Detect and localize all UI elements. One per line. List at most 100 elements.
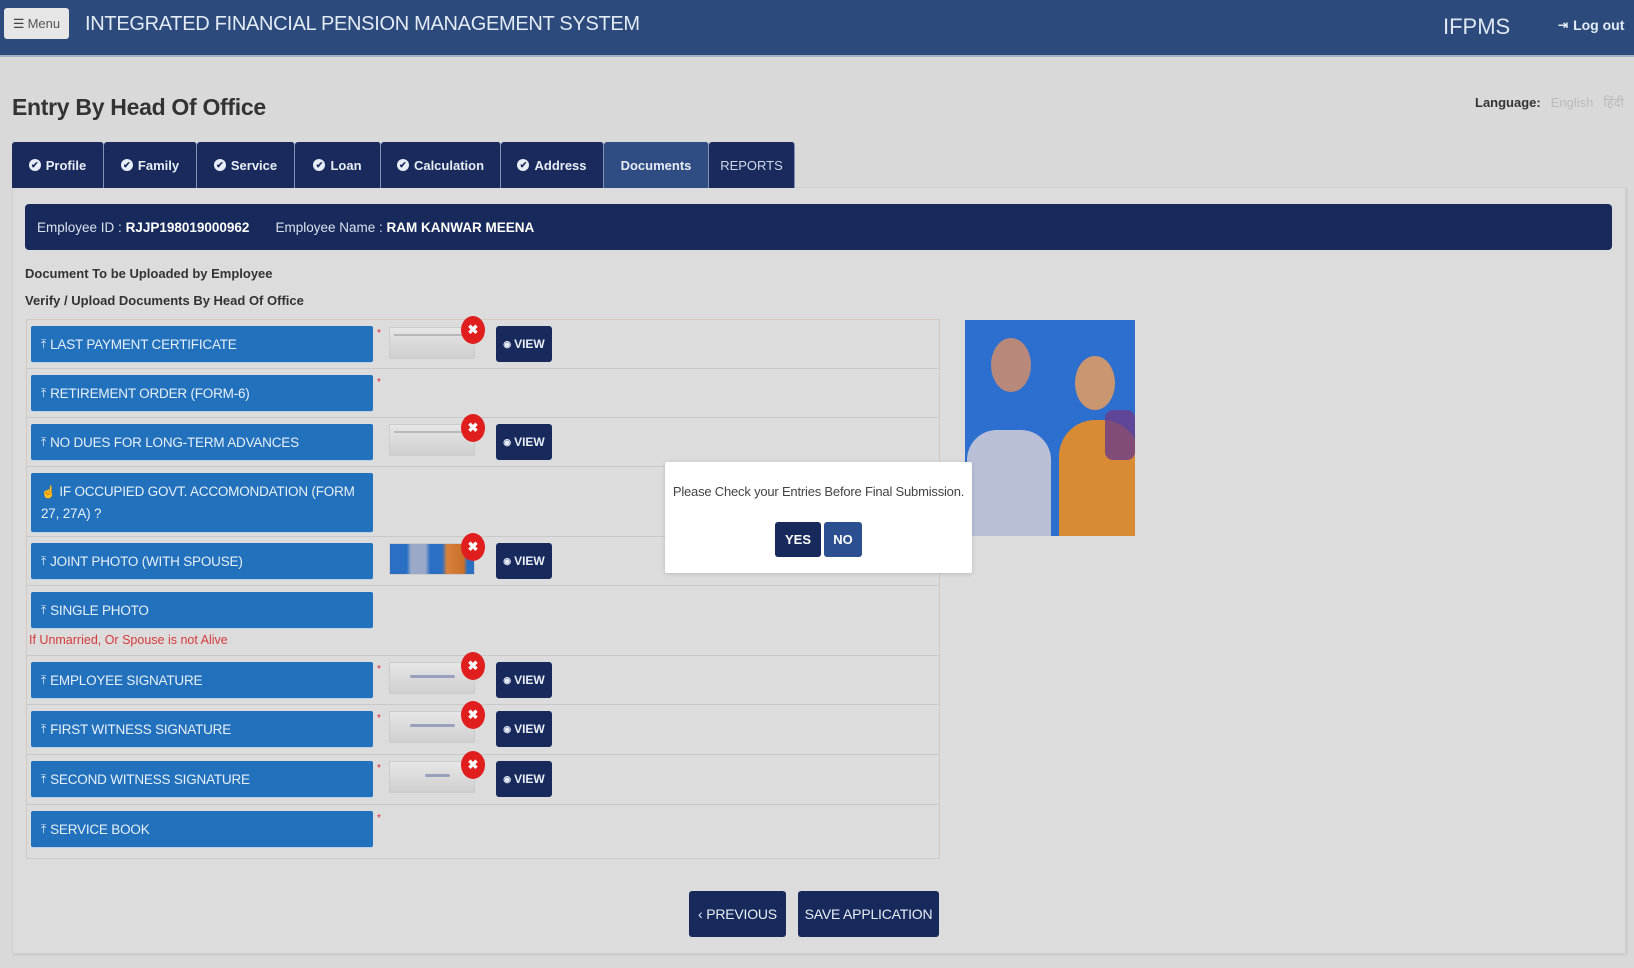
no-button[interactable]: NO: [824, 522, 862, 557]
joint-photo-preview: [965, 320, 1135, 536]
close-icon: ✖: [467, 420, 479, 435]
view-document-button[interactable]: ◉ VIEW: [496, 711, 552, 747]
check-circle-icon: ✔: [28, 159, 41, 171]
close-icon: ✖: [467, 757, 479, 772]
delete-document-button[interactable]: ✖: [461, 533, 485, 561]
tab-label: Documents: [620, 157, 692, 173]
app-title: INTEGRATED FINANCIAL PENSION MANAGEMENT …: [85, 13, 640, 35]
tab-address[interactable]: ✔ Address: [501, 142, 604, 188]
documents-list: ⤒ LAST PAYMENT CERTIFICATE * ✖ ◉ VIEW ⤒ RET…: [26, 316, 940, 859]
view-document-button[interactable]: ◉ VIEW: [496, 662, 552, 698]
employee-info-bar: Employee ID : RJJP198019000962 Employee …: [25, 204, 1612, 250]
logout-link[interactable]: ⇥ Log out: [1558, 17, 1624, 33]
upload-retirement-order-button[interactable]: ⤒ RETIREMENT ORDER (FORM-6): [31, 375, 373, 411]
upload-joint-photo-button[interactable]: ⤒ JOINT PHOTO (WITH SPOUSE): [31, 543, 373, 579]
document-row: ⤒ FIRST WITNESS SIGNATURE * ✖ ◉ VIEW: [27, 701, 939, 755]
tab-service[interactable]: ✔ Service: [197, 142, 295, 188]
delete-document-button[interactable]: ✖: [461, 652, 485, 680]
tab-reports[interactable]: REPORTS: [709, 142, 795, 188]
delete-document-button[interactable]: ✖: [461, 701, 485, 729]
upload-second-witness-signature-button[interactable]: ⤒ SECOND WITNESS SIGNATURE: [31, 761, 373, 797]
tab-label: REPORTS: [720, 157, 783, 173]
upload-icon: ⤒: [41, 385, 47, 400]
tab-label: Address: [534, 157, 587, 173]
previous-button[interactable]: ‹ PREVIOUS: [689, 891, 786, 937]
eye-icon: ◉: [503, 436, 512, 447]
menu-button[interactable]: ☰ Menu: [4, 8, 69, 39]
upload-no-dues-button[interactable]: ⤒ NO DUES FOR LONG-TERM ADVANCES: [31, 424, 373, 460]
required-marker: *: [377, 713, 381, 724]
upload-employee-signature-button[interactable]: ⤒ EMPLOYEE SIGNATURE: [31, 662, 373, 698]
view-document-button[interactable]: ◉ VIEW: [496, 761, 552, 797]
eye-icon: ◉: [503, 674, 512, 685]
document-row: ⤒ NO DUES FOR LONG-TERM ADVANCES ✖ ◉ VIEW: [27, 414, 939, 467]
document-row: ⤒ SINGLE PHOTO If Unmarried, Or Spouse is…: [27, 586, 939, 656]
document-row: ⤒ SERVICE BOOK *: [27, 805, 939, 858]
tab-label: Profile: [45, 157, 87, 173]
eye-icon: ◉: [503, 555, 512, 566]
menu-label: Menu: [27, 16, 61, 31]
language-option-english[interactable]: English: [1551, 95, 1594, 110]
yes-button[interactable]: YES: [775, 522, 821, 557]
check-circle-icon: ✔: [313, 159, 326, 171]
language-option-hindi[interactable]: हिंदी: [1603, 93, 1624, 111]
tab-calculation[interactable]: ✔ Calculation: [381, 142, 501, 188]
upload-icon: ⤒: [41, 336, 47, 351]
upload-icon: ⤒: [41, 672, 47, 687]
close-icon: ✖: [467, 707, 479, 722]
tab-loan[interactable]: ✔ Loan: [295, 142, 381, 188]
upload-service-book-button[interactable]: ⤒ SERVICE BOOK: [31, 811, 373, 847]
tab-label: Loan: [330, 157, 362, 173]
upload-last-payment-certificate-button[interactable]: ⤒ LAST PAYMENT CERTIFICATE: [31, 326, 373, 362]
document-row: ⤒ LAST PAYMENT CERTIFICATE * ✖ ◉ VIEW: [27, 316, 939, 369]
tab-family[interactable]: ✔ Family: [104, 142, 197, 188]
view-document-button[interactable]: ◉ VIEW: [496, 424, 552, 460]
thumbs-up-icon: ☝: [41, 485, 56, 499]
document-row: ⤒ SECOND WITNESS SIGNATURE * ✖ ◉ VIEW: [27, 751, 939, 805]
govt-accommodation-button[interactable]: ☝ IF OCCUPIED GOVT. ACCOMONDATION (FORM …: [31, 473, 373, 532]
upload-first-witness-signature-button[interactable]: ⤒ FIRST WITNESS SIGNATURE: [31, 711, 373, 747]
dialog-message: Please Check your Entries Before Final S…: [672, 484, 965, 499]
tab-label: Service: [230, 157, 278, 173]
section-subtitle-employee: Document To be Uploaded by Employee: [25, 266, 273, 281]
delete-document-button[interactable]: ✖: [461, 414, 485, 442]
check-circle-icon: ✔: [120, 159, 133, 171]
delete-document-button[interactable]: ✖: [461, 316, 485, 344]
logout-label: Log out: [1573, 17, 1625, 33]
document-row: ⤒ EMPLOYEE SIGNATURE * ✖ ◉ VIEW: [27, 652, 939, 705]
hamburger-icon: ☰: [12, 15, 25, 31]
required-marker: *: [377, 328, 381, 339]
confirm-submission-dialog: Please Check your Entries Before Final S…: [665, 462, 972, 573]
upload-icon: ⤒: [41, 721, 47, 736]
upload-icon: ⤒: [41, 434, 47, 449]
language-switcher: Language: English हिंदी: [1475, 93, 1624, 111]
upload-icon: ⤒: [41, 553, 47, 568]
view-document-button[interactable]: ◉ VIEW: [496, 326, 552, 362]
view-document-button[interactable]: ◉ VIEW: [496, 543, 552, 579]
employee-name-value: RAM KANWAR MEENA: [386, 219, 535, 235]
tab-documents[interactable]: Documents: [604, 142, 709, 188]
eye-icon: ◉: [503, 773, 512, 784]
save-application-button[interactable]: SAVE APPLICATION: [798, 891, 939, 937]
required-marker: *: [377, 377, 381, 388]
delete-document-button[interactable]: ✖: [461, 751, 485, 779]
employee-name: Employee Name : RAM KANWAR MEENA: [275, 219, 535, 235]
check-circle-icon: ✔: [396, 159, 409, 171]
sign-out-icon: ⇥: [1558, 18, 1569, 32]
close-icon: ✖: [467, 539, 479, 554]
single-photo-note: If Unmarried, Or Spouse is not Alive: [29, 633, 228, 647]
required-marker: *: [377, 664, 381, 675]
upload-single-photo-button[interactable]: ⤒ SINGLE PHOTO: [31, 592, 373, 628]
required-marker: *: [377, 813, 381, 824]
brand-logo-text[interactable]: IFPMS: [1443, 14, 1510, 40]
tab-profile[interactable]: ✔ Profile: [12, 142, 104, 188]
section-subtitle-head-of-office: Verify / Upload Documents By Head Of Off…: [25, 293, 304, 308]
tab-label: Calculation: [413, 157, 485, 173]
required-marker: *: [377, 763, 381, 774]
upload-icon: ⤒: [41, 602, 47, 617]
check-circle-icon: ✔: [517, 159, 530, 171]
top-navbar: ☰ Menu INTEGRATED FINANCIAL PENSION MANA…: [0, 0, 1634, 57]
employee-id: Employee ID : RJJP198019000962: [37, 219, 250, 235]
document-row: ⤒ RETIREMENT ORDER (FORM-6) *: [27, 369, 939, 418]
tab-label: Family: [137, 157, 180, 173]
